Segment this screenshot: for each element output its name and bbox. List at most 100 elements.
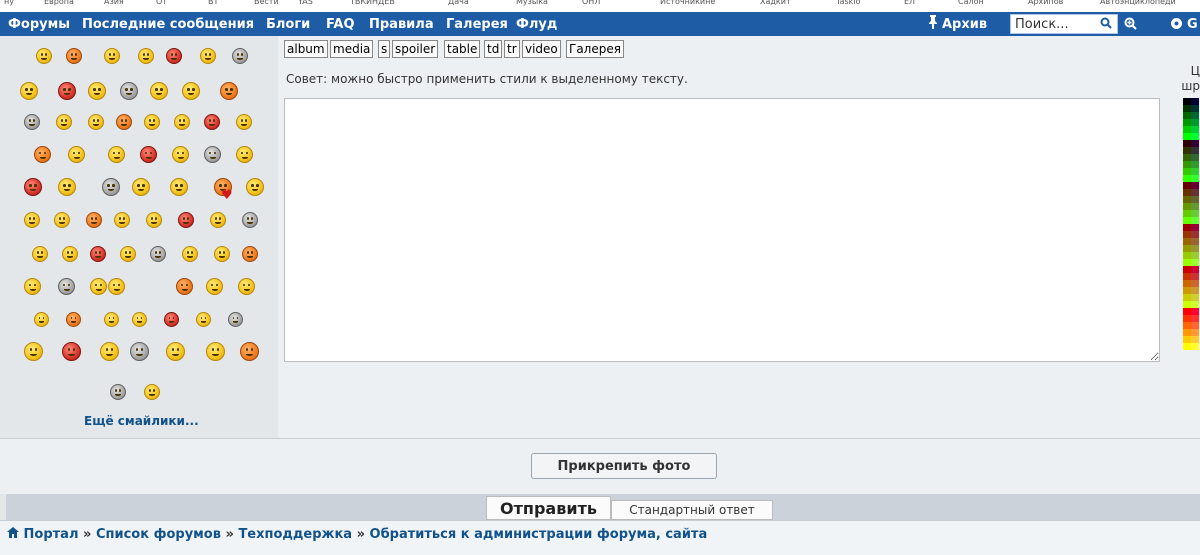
- bookmark-item[interactable]: Taskio: [836, 0, 860, 6]
- smiley-icon[interactable]: [24, 278, 41, 295]
- color-swatch[interactable]: [1191, 147, 1199, 154]
- smiley-icon[interactable]: [232, 48, 248, 64]
- smiley-icon[interactable]: [54, 212, 70, 228]
- bookmark-item[interactable]: Автоэнциклопеди: [1100, 0, 1176, 6]
- smiley-icon[interactable]: [88, 82, 106, 100]
- bbcode-td-button[interactable]: td: [484, 40, 503, 58]
- search-icon[interactable]: [1100, 17, 1112, 33]
- smiley-icon[interactable]: [210, 212, 226, 228]
- nav-rules[interactable]: Правила: [369, 17, 434, 32]
- smiley-icon[interactable]: [66, 312, 81, 327]
- nav-archive[interactable]: Архив: [942, 17, 987, 32]
- color-swatch[interactable]: [1183, 336, 1191, 343]
- smiley-icon[interactable]: [58, 178, 76, 196]
- smiley-icon[interactable]: [166, 48, 182, 64]
- smiley-icon[interactable]: [174, 114, 190, 130]
- smiley-icon[interactable]: [138, 48, 154, 64]
- smiley-icon[interactable]: [24, 212, 40, 228]
- color-swatch[interactable]: [1183, 112, 1191, 119]
- bbcode-gallery-button[interactable]: Галерея: [566, 40, 624, 58]
- bookmark-item[interactable]: Азия: [104, 0, 124, 6]
- smiley-icon[interactable]: [242, 212, 258, 228]
- smiley-icon[interactable]: [116, 114, 132, 130]
- bookmark-item[interactable]: Салон: [958, 0, 984, 6]
- smiley-icon[interactable]: [238, 278, 255, 295]
- smiley-icon[interactable]: [220, 82, 238, 100]
- color-swatch[interactable]: [1191, 140, 1199, 147]
- smiley-icon[interactable]: [144, 384, 160, 400]
- smiley-icon[interactable]: [182, 246, 198, 262]
- smiley-icon[interactable]: [62, 246, 78, 262]
- color-swatch[interactable]: [1191, 210, 1199, 217]
- smiley-icon[interactable]: [90, 278, 107, 295]
- color-swatch[interactable]: [1191, 315, 1199, 322]
- color-swatch[interactable]: [1183, 266, 1191, 273]
- smiley-icon[interactable]: [150, 246, 166, 262]
- bookmark-item[interactable]: Хадкит: [760, 0, 791, 6]
- smiley-icon[interactable]: [164, 312, 179, 327]
- color-swatch[interactable]: [1191, 322, 1199, 329]
- color-swatch[interactable]: [1191, 336, 1199, 343]
- breadcrumb-support[interactable]: Техподдержка: [238, 527, 352, 542]
- breadcrumb-portal[interactable]: Портал: [24, 527, 79, 542]
- color-swatch[interactable]: [1183, 175, 1191, 182]
- bbcode-media-button[interactable]: media: [330, 40, 374, 58]
- color-swatch[interactable]: [1191, 252, 1199, 259]
- color-swatch[interactable]: [1183, 231, 1191, 238]
- smiley-icon[interactable]: [36, 48, 52, 64]
- smiley-icon[interactable]: [104, 312, 119, 327]
- bbcode-table-button[interactable]: table: [444, 40, 481, 58]
- smiley-icon[interactable]: [140, 146, 157, 163]
- breadcrumb-contact-admin[interactable]: Обратиться к администрации форума, сайта: [370, 527, 708, 542]
- color-swatch[interactable]: [1191, 217, 1199, 224]
- color-swatch[interactable]: [1183, 119, 1191, 126]
- smiley-icon[interactable]: [204, 146, 221, 163]
- color-swatch[interactable]: [1191, 343, 1199, 350]
- color-swatch[interactable]: [1183, 203, 1191, 210]
- color-swatch[interactable]: [1191, 168, 1199, 175]
- bbcode-tr-button[interactable]: tr: [504, 40, 520, 58]
- color-swatch[interactable]: [1183, 161, 1191, 168]
- color-swatch[interactable]: [1183, 259, 1191, 266]
- bookmark-item[interactable]: ОНЛ: [582, 0, 600, 6]
- smiley-icon[interactable]: [196, 312, 211, 327]
- color-swatch[interactable]: [1191, 266, 1199, 273]
- smiley-icon[interactable]: [166, 342, 185, 361]
- smiley-icon[interactable]: [132, 312, 147, 327]
- bookmark-item[interactable]: YAS: [298, 0, 313, 6]
- color-swatch[interactable]: [1183, 294, 1191, 301]
- smiley-icon[interactable]: [20, 82, 38, 100]
- color-swatch[interactable]: [1183, 245, 1191, 252]
- smiley-icon[interactable]: [236, 114, 252, 130]
- color-swatch[interactable]: [1183, 154, 1191, 161]
- color-swatch[interactable]: [1191, 280, 1199, 287]
- color-swatch[interactable]: [1183, 343, 1191, 350]
- smiley-icon[interactable]: [56, 114, 72, 130]
- smiley-icon[interactable]: [246, 178, 264, 196]
- color-swatch[interactable]: [1183, 322, 1191, 329]
- color-swatch[interactable]: [1183, 140, 1191, 147]
- nav-latest-posts[interactable]: Последние сообщения: [82, 17, 254, 32]
- color-swatch[interactable]: [1191, 301, 1199, 308]
- color-swatch[interactable]: [1191, 203, 1199, 210]
- smiley-icon[interactable]: [182, 82, 200, 100]
- more-smilies-link[interactable]: Ещё смайлики...: [84, 414, 199, 428]
- color-swatch[interactable]: [1191, 175, 1199, 182]
- smiley-icon[interactable]: [24, 114, 40, 130]
- nav-blogs[interactable]: Блоги: [266, 17, 310, 32]
- smiley-icon[interactable]: [206, 342, 225, 361]
- smiley-icon[interactable]: [146, 212, 162, 228]
- smiley-icon[interactable]: [120, 246, 136, 262]
- color-swatch[interactable]: [1191, 182, 1199, 189]
- color-swatch[interactable]: [1183, 273, 1191, 280]
- smiley-icon[interactable]: [24, 342, 43, 361]
- bookmark-item[interactable]: Дача: [448, 0, 469, 6]
- smiley-icon[interactable]: [242, 246, 258, 262]
- color-swatch[interactable]: [1183, 238, 1191, 245]
- color-swatch[interactable]: [1191, 112, 1199, 119]
- color-swatch[interactable]: [1183, 287, 1191, 294]
- color-swatch[interactable]: [1183, 147, 1191, 154]
- bookmark-item[interactable]: Источникине: [660, 0, 715, 6]
- template-reply-button[interactable]: Стандартный ответ: [611, 500, 773, 520]
- smiley-icon[interactable]: [110, 384, 126, 400]
